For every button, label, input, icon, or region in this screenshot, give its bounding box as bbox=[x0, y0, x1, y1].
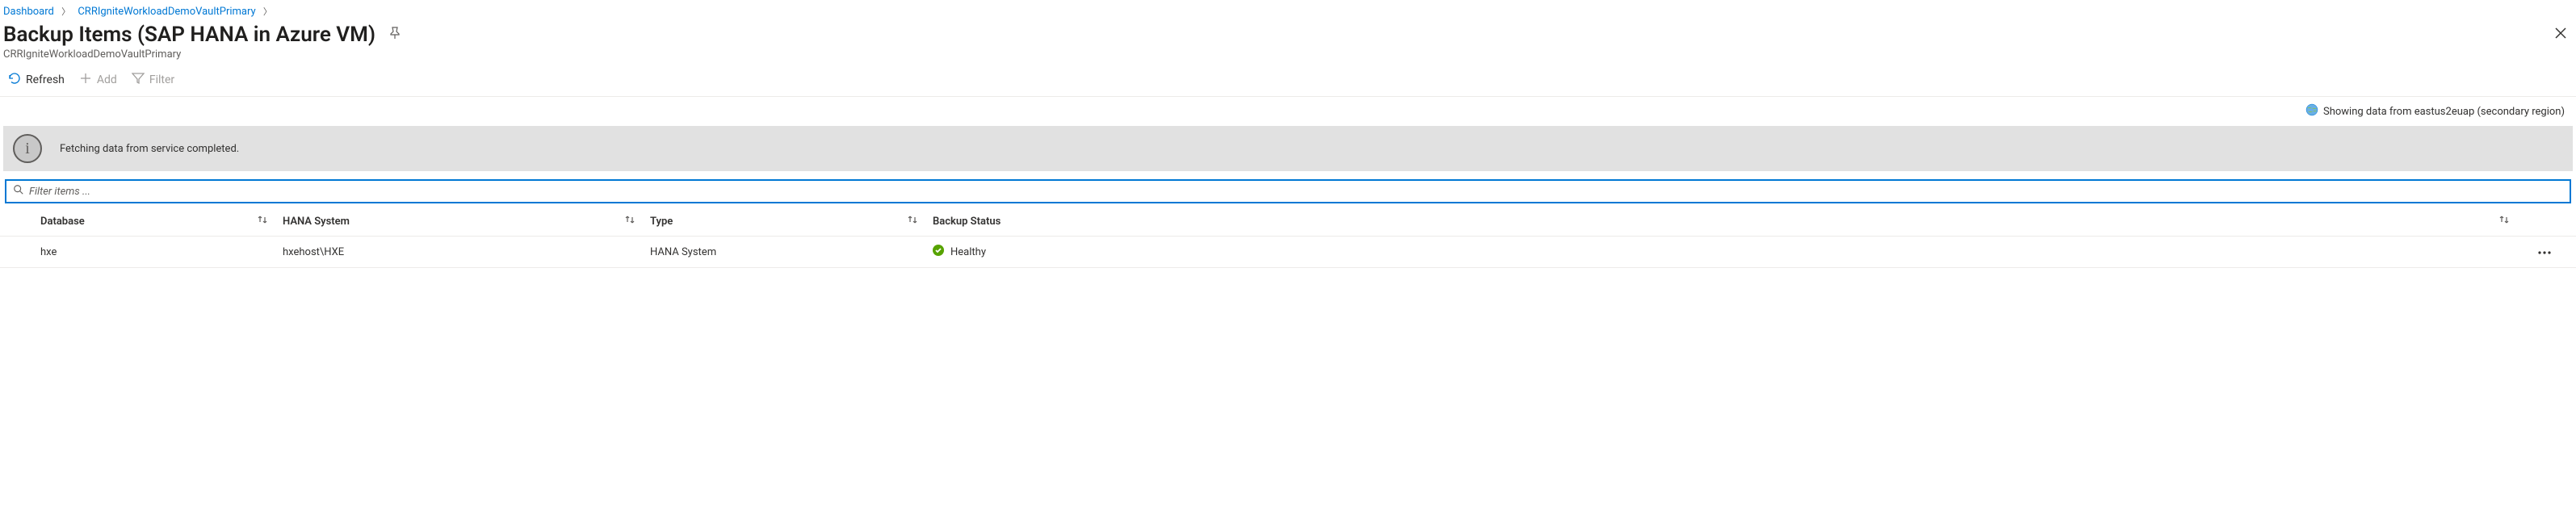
column-header-backup-status[interactable]: Backup Status bbox=[933, 215, 2524, 228]
region-notice-bar: Showing data from eastus2euap (secondary… bbox=[0, 96, 2576, 126]
page-title: Backup Items (SAP HANA in Azure VM) bbox=[3, 23, 375, 47]
column-header-type[interactable]: Type bbox=[650, 215, 933, 228]
search-icon bbox=[13, 184, 24, 199]
cell-hana-system: hxehost\HXE bbox=[283, 246, 344, 258]
region-notice-text: Showing data from eastus2euap (secondary… bbox=[2323, 106, 2565, 118]
cell-database: hxe bbox=[40, 246, 57, 258]
plus-icon bbox=[79, 72, 92, 88]
pin-icon[interactable] bbox=[388, 27, 401, 43]
info-banner: i Fetching data from service completed. bbox=[3, 126, 2573, 171]
filter-button: Filter bbox=[132, 72, 174, 88]
column-label: Type bbox=[650, 216, 673, 228]
cell-type: HANA System bbox=[650, 246, 716, 258]
info-icon: i bbox=[13, 134, 42, 163]
column-label: HANA System bbox=[283, 216, 350, 228]
info-message: Fetching data from service completed. bbox=[60, 143, 239, 155]
backup-items-table: Database HANA System Type Backup Status bbox=[0, 207, 2576, 268]
column-header-database[interactable]: Database bbox=[40, 215, 283, 228]
breadcrumb-link-vault[interactable]: CRRIgniteWorkloadDemoVaultPrimary bbox=[78, 6, 255, 18]
more-actions-button[interactable] bbox=[2537, 246, 2552, 258]
refresh-button[interactable]: Refresh bbox=[8, 72, 65, 88]
cell-backup-status: Healthy bbox=[950, 246, 986, 258]
add-button: Add bbox=[79, 72, 117, 88]
globe-icon bbox=[2305, 103, 2318, 119]
sort-icon bbox=[907, 215, 933, 228]
close-button[interactable] bbox=[2550, 23, 2571, 47]
close-icon bbox=[2555, 30, 2566, 42]
sort-icon bbox=[624, 215, 650, 228]
status-ok-icon bbox=[933, 245, 944, 259]
breadcrumb-link-dashboard[interactable]: Dashboard bbox=[3, 6, 54, 18]
column-label: Backup Status bbox=[933, 216, 1001, 228]
table-row[interactable]: hxe hxehost\HXE HANA System Healthy bbox=[0, 237, 2576, 268]
filter-icon bbox=[132, 72, 145, 88]
filter-items-box[interactable] bbox=[5, 179, 2571, 203]
chevron-right-icon: 〉 bbox=[263, 6, 272, 17]
toolbar: Refresh Add Filter bbox=[0, 69, 2576, 96]
refresh-icon bbox=[8, 72, 21, 88]
add-label: Add bbox=[97, 73, 117, 86]
sort-icon bbox=[257, 215, 283, 228]
table-header-row: Database HANA System Type Backup Status bbox=[0, 207, 2576, 237]
page-header: Backup Items (SAP HANA in Azure VM) bbox=[0, 19, 2576, 47]
column-label: Database bbox=[40, 216, 85, 228]
page-subtitle: CRRIgniteWorkloadDemoVaultPrimary bbox=[0, 47, 2576, 69]
filter-items-input[interactable] bbox=[29, 186, 2563, 198]
column-header-hana-system[interactable]: HANA System bbox=[283, 215, 650, 228]
refresh-label: Refresh bbox=[26, 73, 65, 86]
sort-icon bbox=[2498, 215, 2524, 228]
chevron-right-icon: 〉 bbox=[61, 6, 70, 17]
filter-label: Filter bbox=[149, 73, 174, 86]
breadcrumb: Dashboard 〉 CRRIgniteWorkloadDemoVaultPr… bbox=[0, 0, 2576, 19]
